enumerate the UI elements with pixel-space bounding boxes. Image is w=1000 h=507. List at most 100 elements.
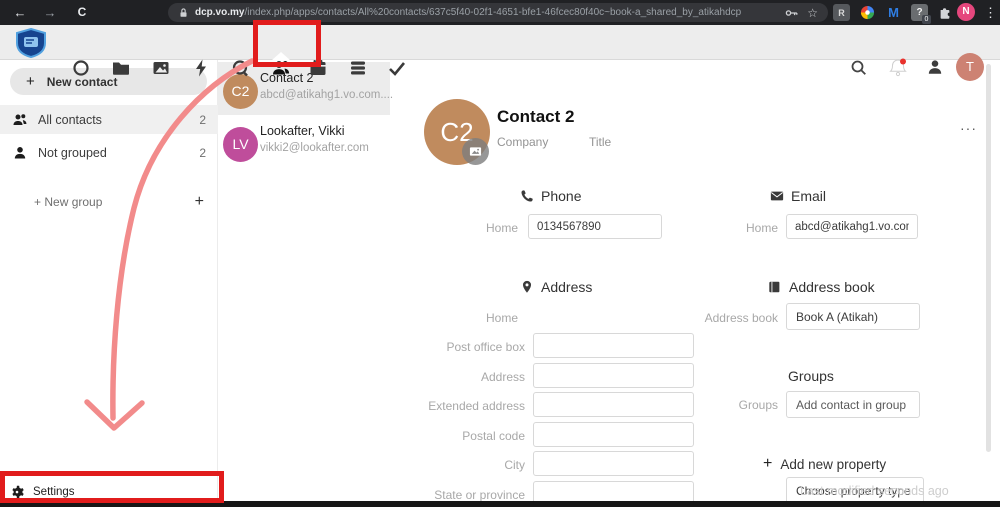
contact-list: C2 Contact 2 abcd@atikahg1.vo.com.... LV…	[218, 60, 390, 501]
app-logo-shield-icon[interactable]	[14, 28, 48, 58]
sidebar-item-all-contacts[interactable]: All contacts 2	[0, 105, 218, 134]
extension-icon-question[interactable]: ? 0	[911, 4, 928, 21]
contact-avatar: LV	[223, 127, 258, 162]
url-text: dcp.vo.my/index.php/apps/contacts/All%20…	[195, 7, 777, 18]
dashboard-app-icon[interactable]	[70, 57, 92, 79]
groups-select[interactable]: Add contact in group	[786, 391, 920, 418]
phone-type-label[interactable]: Home	[420, 221, 518, 235]
group-people-icon	[12, 112, 28, 128]
contact-email: abcd@atikahg1.vo.com....	[260, 89, 393, 101]
files-app-icon[interactable]	[110, 57, 132, 79]
search-icon[interactable]	[849, 58, 869, 78]
add-new-property-label: Add new property	[780, 457, 886, 472]
new-group-text: New group	[44, 195, 102, 209]
address-book-field-label: Address book	[660, 311, 778, 325]
browser-toolbar: ← → C dcp.vo.my/index.php/apps/contacts/…	[0, 0, 1000, 25]
notifications-bell-icon[interactable]	[887, 57, 909, 79]
upload-photo-icon[interactable]	[462, 138, 489, 165]
groups-field-label: Groups	[660, 398, 778, 412]
browser-profile-avatar[interactable]: N	[957, 3, 975, 21]
browser-back-button[interactable]: ←	[10, 3, 30, 22]
contact-email: vikki2@lookafter.com	[260, 142, 369, 154]
gear-icon	[10, 485, 24, 499]
contact-list-item[interactable]: LV Lookafter, Vikki vikki2@lookafter.com	[218, 115, 390, 168]
phone-section-header: Phone	[520, 188, 581, 204]
sidebar-item-not-grouped[interactable]: Not grouped 2	[0, 138, 218, 167]
address-section-header: Address	[520, 279, 592, 295]
book-icon	[768, 280, 782, 294]
extension-icon-colorwheel[interactable]	[859, 4, 876, 21]
groups-section-title: Groups	[788, 368, 834, 384]
address-book-select[interactable]: Book A (Atikah)	[786, 303, 920, 330]
phone-input[interactable]	[528, 214, 662, 239]
url-domain: dcp.vo.my	[195, 7, 244, 18]
address-input[interactable]	[533, 363, 694, 388]
address-type-label[interactable]: Home	[420, 311, 518, 325]
post-office-box-input[interactable]	[533, 333, 694, 358]
bookmark-star-icon[interactable]: ☆	[807, 7, 818, 19]
extension-icon-r[interactable]: R	[833, 4, 850, 21]
activity-app-icon[interactable]	[190, 57, 212, 79]
address-field-label: City	[385, 458, 525, 472]
add-new-property-button[interactable]: + Add new property	[763, 455, 886, 473]
address-section-title: Address	[541, 279, 592, 295]
lock-icon	[178, 7, 189, 19]
calendar-app-icon[interactable]	[307, 57, 329, 79]
contact-count-badge: 2	[199, 146, 206, 160]
plus-icon: +	[34, 195, 41, 209]
plus-icon: +	[763, 455, 772, 473]
contact-name: Lookafter, Vikki	[260, 124, 345, 138]
email-input[interactable]	[786, 214, 918, 239]
saved-password-key-icon[interactable]	[785, 7, 799, 19]
new-group-label: + New group	[34, 195, 195, 209]
company-field[interactable]	[497, 135, 577, 149]
extensions-puzzle-icon[interactable]	[936, 4, 953, 21]
extension-icon-m[interactable]: M	[885, 4, 902, 21]
new-contact-button[interactable]: + New contact	[10, 68, 207, 95]
email-type-label[interactable]: Home	[660, 221, 778, 235]
plus-icon[interactable]: +	[195, 193, 204, 211]
map-pin-icon	[520, 280, 534, 294]
sidebar-item-label: Not grouped	[38, 146, 199, 160]
contact-count-badge: 2	[199, 113, 206, 127]
window-bottom-edge	[0, 501, 1000, 507]
address-book-section-header: Address book	[768, 279, 875, 295]
browser-menu-icon[interactable]: ⋮	[984, 3, 996, 22]
user-avatar[interactable]: T	[956, 53, 984, 81]
contact-actions-menu-icon[interactable]: ···	[960, 120, 977, 136]
browser-forward-button[interactable]: →	[40, 3, 60, 22]
contact-detail-panel: C2 Contact 2 ··· Phone Home Email Home A…	[390, 60, 1000, 501]
contact-avatar: C2	[223, 74, 258, 109]
detail-scrollbar[interactable]	[986, 64, 991, 452]
url-path: /index.php/apps/contacts/All%20contacts/…	[244, 7, 741, 18]
plus-icon: +	[26, 73, 35, 90]
new-group-button[interactable]: + New group +	[0, 190, 218, 214]
settings-label: Settings	[33, 486, 75, 498]
groups-section-header: Groups	[788, 368, 834, 384]
title-field[interactable]	[589, 135, 649, 149]
address-bar[interactable]: dcp.vo.my/index.php/apps/contacts/All%20…	[168, 3, 828, 22]
address-field-label: State or province	[385, 488, 525, 502]
phone-icon	[520, 189, 534, 203]
postal-code-input[interactable]	[533, 422, 694, 447]
contacts-menu-icon[interactable]	[926, 58, 944, 76]
tasks-app-icon[interactable]	[386, 57, 408, 79]
email-icon	[770, 189, 784, 203]
active-app-caret	[272, 52, 290, 60]
address-field-label: Post office box	[385, 340, 525, 354]
photos-app-icon[interactable]	[150, 57, 172, 79]
address-field-label: Postal code	[385, 429, 525, 443]
email-section-header: Email	[770, 188, 826, 204]
talk-app-icon[interactable]	[229, 57, 251, 79]
city-input[interactable]	[533, 451, 694, 476]
contact-detail-name: Contact 2	[497, 107, 574, 127]
contacts-app-icon[interactable]	[270, 57, 292, 79]
deck-app-icon[interactable]	[347, 57, 369, 79]
address-field-label: Address	[385, 370, 525, 384]
browser-reload-button[interactable]: C	[72, 3, 92, 22]
last-modified-text: Last modified seconds ago	[800, 484, 949, 498]
sidebar-item-label: All contacts	[38, 113, 199, 127]
extension-badge: 0	[922, 15, 931, 24]
app-header: T	[0, 25, 1000, 60]
email-section-title: Email	[791, 188, 826, 204]
